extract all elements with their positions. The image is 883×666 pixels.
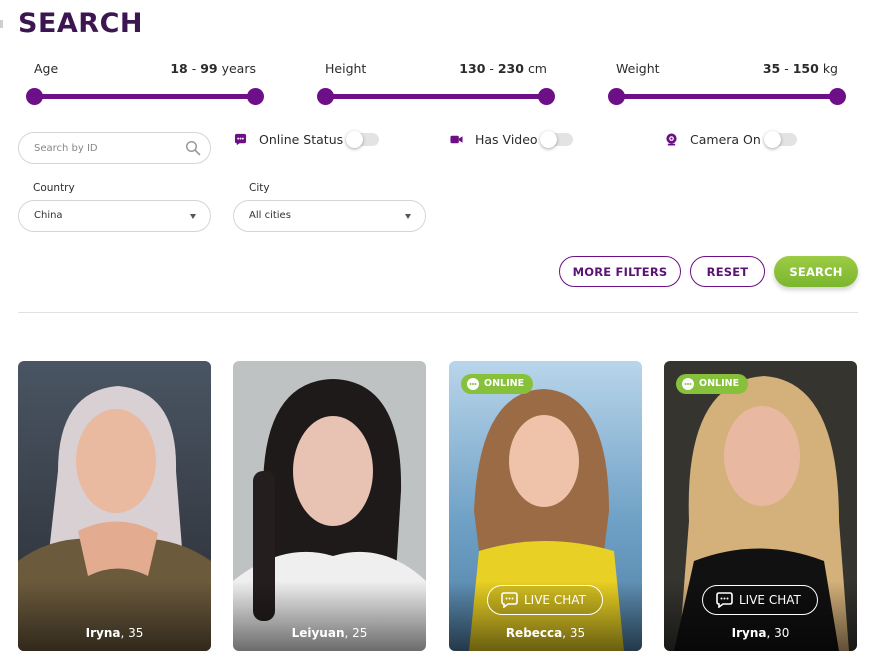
height-label: Height [325,61,367,76]
page-title: SEARCH [18,8,143,39]
chat-bubble-icon [234,133,247,146]
has-video-toggle[interactable] [540,131,573,148]
online-badge: ONLINE [461,374,533,394]
search-by-id-field[interactable] [18,132,211,164]
search-icon[interactable] [185,140,201,156]
search-by-id-input[interactable] [34,133,184,163]
reset-button[interactable]: RESET [690,256,765,287]
video-camera-icon [450,135,463,144]
height-max-handle[interactable] [538,88,555,105]
profile-name: Iryna [731,626,767,640]
dropdown-caret-icon [190,214,196,219]
height-value: 130 - 230 cm [459,61,547,76]
scroll-edge-marker [0,20,3,28]
age-label: Age [34,61,59,76]
weight-value: 35 - 150 kg [762,61,838,76]
has-video-label: Has Video [475,132,538,147]
camera-on-label: Camera On [690,132,761,147]
age-range-slider[interactable]: Age 18 - 99 years [18,58,264,108]
weight-min-handle[interactable] [608,88,625,105]
profile-caption: Iryna, 30 [731,626,790,640]
profile-card[interactable]: Leiyuan, 25 [233,361,426,651]
profile-caption: Iryna, 35 [85,626,144,640]
caption-shade [233,581,426,651]
profile-name: Iryna [85,626,121,640]
caption-shade [18,581,211,651]
weight-max-handle[interactable] [829,88,846,105]
profile-name: Leiyuan [291,626,345,640]
online-status-toggle[interactable] [346,131,379,148]
age-max-handle[interactable] [247,88,264,105]
online-badge: ONLINE [676,374,748,394]
city-value: All cities [249,210,291,221]
chat-icon [501,592,518,608]
profile-age: 35 [128,626,144,640]
profile-age: 25 [352,626,368,640]
country-value: China [34,210,63,221]
chat-icon [716,592,733,608]
profile-age: 35 [569,626,586,640]
weight-range-slider[interactable]: Weight 35 - 150 kg [600,58,846,108]
profile-name: Rebecca [505,626,563,640]
city-label: City [249,182,270,194]
city-select[interactable]: All cities [233,200,426,232]
weight-track[interactable] [616,94,838,99]
toggle-knob [540,131,557,148]
profile-card[interactable]: ONLINE LIVE CHAT Iryna, 30 [664,361,857,651]
height-range-slider[interactable]: Height 130 - 230 cm [309,58,555,108]
live-chat-button[interactable]: LIVE CHAT [702,585,818,615]
profile-caption: Rebecca, 35 [505,626,586,640]
section-divider [18,312,858,313]
toggle-knob [346,131,363,148]
more-filters-button[interactable]: MORE FILTERS [559,256,681,287]
height-track[interactable] [325,94,547,99]
weight-label: Weight [616,61,660,76]
age-min-handle[interactable] [26,88,43,105]
profile-age: 30 [774,626,790,640]
age-track[interactable] [34,94,256,99]
webcam-icon [666,133,677,146]
search-button[interactable]: SEARCH [774,256,858,287]
live-chat-button[interactable]: LIVE CHAT [487,585,603,615]
chat-bubble-icon [467,378,479,390]
age-value: 18 - 99 years [170,61,256,76]
country-select[interactable]: China [18,200,211,232]
dropdown-caret-icon [405,214,411,219]
camera-on-toggle[interactable] [764,131,797,148]
country-label: Country [33,182,75,194]
profile-card[interactable]: Iryna, 35 [18,361,211,651]
height-min-handle[interactable] [317,88,334,105]
profile-caption: Leiyuan, 25 [291,626,368,640]
toggle-knob [764,131,781,148]
online-status-label: Online Status [259,132,344,147]
chat-bubble-icon [682,378,694,390]
profile-card[interactable]: ONLINE LIVE CHAT Rebecca, 35 [449,361,642,651]
